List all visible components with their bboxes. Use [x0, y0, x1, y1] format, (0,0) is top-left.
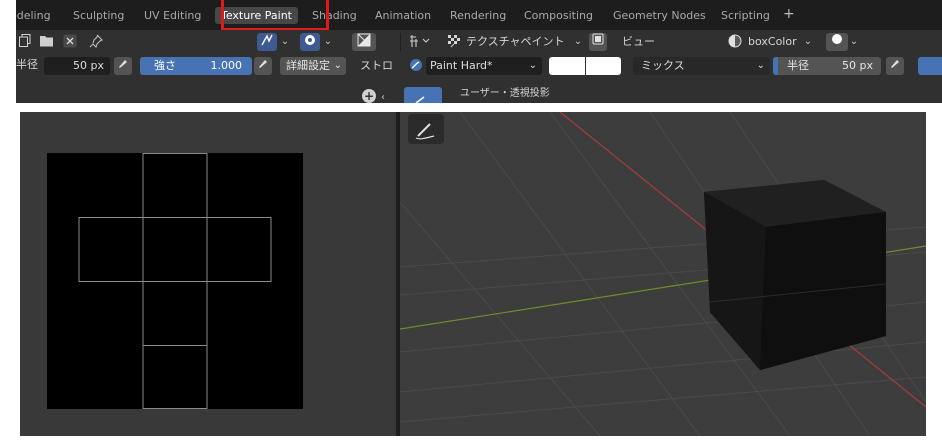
draw-brush-tool-icon[interactable]	[408, 114, 444, 144]
chevron-down-icon[interactable]: ⌄	[848, 34, 860, 50]
view-perspective-label: ユーザー・透視投影	[460, 88, 550, 99]
radius-label: 半径	[16, 58, 38, 71]
header-row-3: + ‹ ユーザー・透視投影	[16, 78, 942, 103]
texture-paint-mode-icon[interactable]	[446, 34, 462, 52]
editor-type-icon[interactable]	[408, 34, 430, 52]
view-menu[interactable]: ビュー	[622, 34, 655, 50]
close-image-icon[interactable]	[62, 34, 78, 52]
chevron-down-icon[interactable]: ⌄	[802, 34, 814, 50]
strength-value: 1.000	[210, 59, 243, 72]
header-row-1: ⌄ ⌄ テクスチャペイント ⌄ ビュー boxColor ⌄ ⌄	[16, 30, 942, 54]
brush-selector[interactable]: Paint Hard* ⌄	[426, 57, 542, 75]
advanced-label: 詳細設定	[286, 59, 330, 72]
brush-stroke-method-icon[interactable]	[257, 33, 277, 51]
blend-mode-label: ミックス	[641, 59, 685, 72]
3d-viewport[interactable]	[400, 112, 926, 436]
strength-slider[interactable]: 強さ 1.000	[140, 57, 252, 75]
brush-icon	[408, 58, 424, 76]
chevron-down-icon[interactable]: ⌄	[322, 34, 334, 50]
add-icon[interactable]: +	[362, 89, 376, 103]
brush-name: Paint Hard*	[430, 59, 493, 72]
falloff-icon[interactable]	[300, 33, 320, 51]
new-image-icon[interactable]	[18, 34, 32, 51]
tab-geometry-nodes[interactable]: Geometry Nodes	[613, 8, 706, 24]
advanced-settings-dropdown[interactable]: 詳細設定 ⌄	[280, 57, 346, 75]
texture-paint-highlight-box	[221, 0, 329, 31]
pressure-strength-icon[interactable]	[254, 57, 272, 75]
secondary-color-swatch[interactable]	[586, 57, 621, 75]
material-slot-selector[interactable]: boxColor	[748, 34, 797, 50]
chevron-down-icon: ⌄	[528, 60, 537, 71]
viewport-radius-value: 50 px	[842, 59, 873, 72]
stroke-dropdown[interactable]: ストロ	[360, 58, 393, 74]
pressure-radius-icon[interactable]	[886, 57, 904, 75]
image-editor[interactable]	[20, 112, 396, 436]
tab-animation[interactable]: Animation	[375, 8, 431, 24]
radius-fill-bar	[773, 57, 778, 75]
top-header: odeling Sculpting UV Editing Texture Pai…	[16, 0, 942, 103]
tab-uv-editing[interactable]: UV Editing	[144, 8, 201, 24]
strength-slider-partial[interactable]	[918, 57, 942, 75]
viewport-radius-field[interactable]: 半径 50 px	[773, 57, 881, 75]
tab-compositing[interactable]: Compositing	[524, 8, 593, 24]
texture-image[interactable]	[47, 153, 303, 409]
editor-divider	[400, 33, 401, 51]
radius-field[interactable]: 50 px	[44, 57, 110, 75]
tab-sculpting[interactable]: Sculpting	[73, 8, 124, 24]
uv-layout	[78, 153, 272, 409]
add-workspace-button[interactable]: +	[783, 6, 795, 22]
pressure-radius-icon[interactable]	[114, 57, 132, 75]
mode-selector[interactable]: テクスチャペイント	[466, 34, 565, 50]
open-folder-icon[interactable]	[38, 34, 54, 51]
material-icon	[727, 34, 743, 52]
image-mask-icon[interactable]	[352, 33, 376, 51]
cube-object	[704, 180, 887, 370]
workspace-tabs-bar: odeling Sculpting UV Editing Texture Pai…	[16, 0, 942, 30]
viewport-radius-label: 半径	[787, 59, 809, 72]
pin-icon[interactable]	[88, 34, 104, 52]
chevron-down-icon: ⌄	[333, 60, 342, 71]
shading-mode-icon[interactable]	[826, 33, 848, 51]
chevron-left-icon[interactable]: ‹	[378, 90, 388, 103]
primary-color-swatch[interactable]	[549, 57, 585, 75]
chevron-down-icon[interactable]: ⌄	[572, 34, 584, 50]
tab-modeling[interactable]: odeling	[16, 8, 51, 24]
chevron-down-icon: ⌄	[756, 60, 765, 71]
header-row-2: 半径 50 px 強さ 1.000 詳細設定 ⌄ ストロ Paint Hard*…	[16, 54, 942, 78]
tab-rendering[interactable]: Rendering	[450, 8, 506, 24]
viewport-scene	[400, 112, 926, 436]
tab-scripting[interactable]: Scripting	[721, 8, 770, 24]
chevron-down-icon[interactable]: ⌄	[279, 34, 291, 50]
paint-mask-icon[interactable]	[589, 33, 607, 51]
strength-label: 強さ	[154, 59, 176, 72]
blend-mode-selector[interactable]: ミックス ⌄	[633, 57, 770, 75]
draw-tool-button[interactable]	[404, 87, 442, 103]
